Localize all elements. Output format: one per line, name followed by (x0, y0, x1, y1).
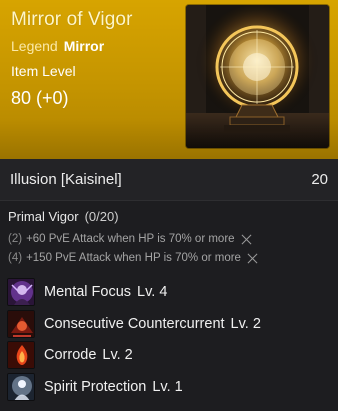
glowing-mirror-icon (186, 5, 329, 148)
skill-level: Lv. 2 (230, 316, 261, 332)
skill-level: Lv. 4 (137, 284, 168, 300)
item-header: Mirror of Vigor Legend Mirror Item Level … (0, 0, 338, 159)
item-grade: Legend (11, 38, 58, 54)
skill-row: Corrode Lv. 2 (7, 341, 327, 369)
corrode-icon (7, 341, 35, 369)
illusion-row: Illusion [Kaisinel] 20 (0, 159, 338, 201)
set-bonus-text: +60 PvE Attack when HP is 70% or more (26, 233, 235, 245)
skill-name: Spirit Protection (44, 379, 147, 395)
item-level-value: 80 (+0) (11, 88, 69, 108)
skill-row: Mental Focus Lv. 4 (7, 278, 327, 306)
skill-row: Spirit Protection Lv. 1 (7, 373, 327, 401)
inactive-x-icon (247, 253, 258, 264)
skill-name: Mental Focus (44, 284, 132, 300)
skill-level: Lv. 1 (152, 379, 183, 395)
countercurrent-icon (7, 310, 35, 338)
illusion-value: 20 (311, 171, 328, 188)
mental-focus-icon (7, 278, 35, 306)
spirit-protection-icon (7, 373, 35, 401)
set-bonus-tier: (4) (8, 252, 23, 264)
item-level-label: Item Level (11, 63, 76, 79)
set-bonus-text: +150 PvE Attack when HP is 70% or more (26, 252, 241, 264)
set-bonus-title: Primal Vigor (0/20) (8, 209, 119, 224)
set-bonus-name: Primal Vigor (8, 209, 79, 224)
inactive-x-icon (241, 234, 252, 245)
set-bonus-line: (4) +150 PvE Attack when HP is 70% or mo… (8, 252, 258, 264)
set-bonus-line: (2) +60 PvE Attack when HP is 70% or mor… (8, 233, 252, 245)
set-bonus-count: (0/20) (84, 209, 119, 224)
item-tooltip: Mirror of Vigor Legend Mirror Item Level … (0, 0, 338, 411)
item-grade-row: Legend Mirror (11, 38, 104, 54)
skill-name: Consecutive Countercurrent (44, 316, 225, 332)
item-type: Mirror (63, 38, 105, 54)
set-bonus-tier: (2) (8, 233, 23, 245)
item-name: Mirror of Vigor (11, 9, 133, 30)
skill-name: Corrode (44, 347, 97, 363)
skill-row: Consecutive Countercurrent Lv. 2 (7, 310, 327, 338)
skill-level: Lv. 2 (102, 347, 133, 363)
illusion-name: Illusion [Kaisinel] (10, 171, 122, 188)
